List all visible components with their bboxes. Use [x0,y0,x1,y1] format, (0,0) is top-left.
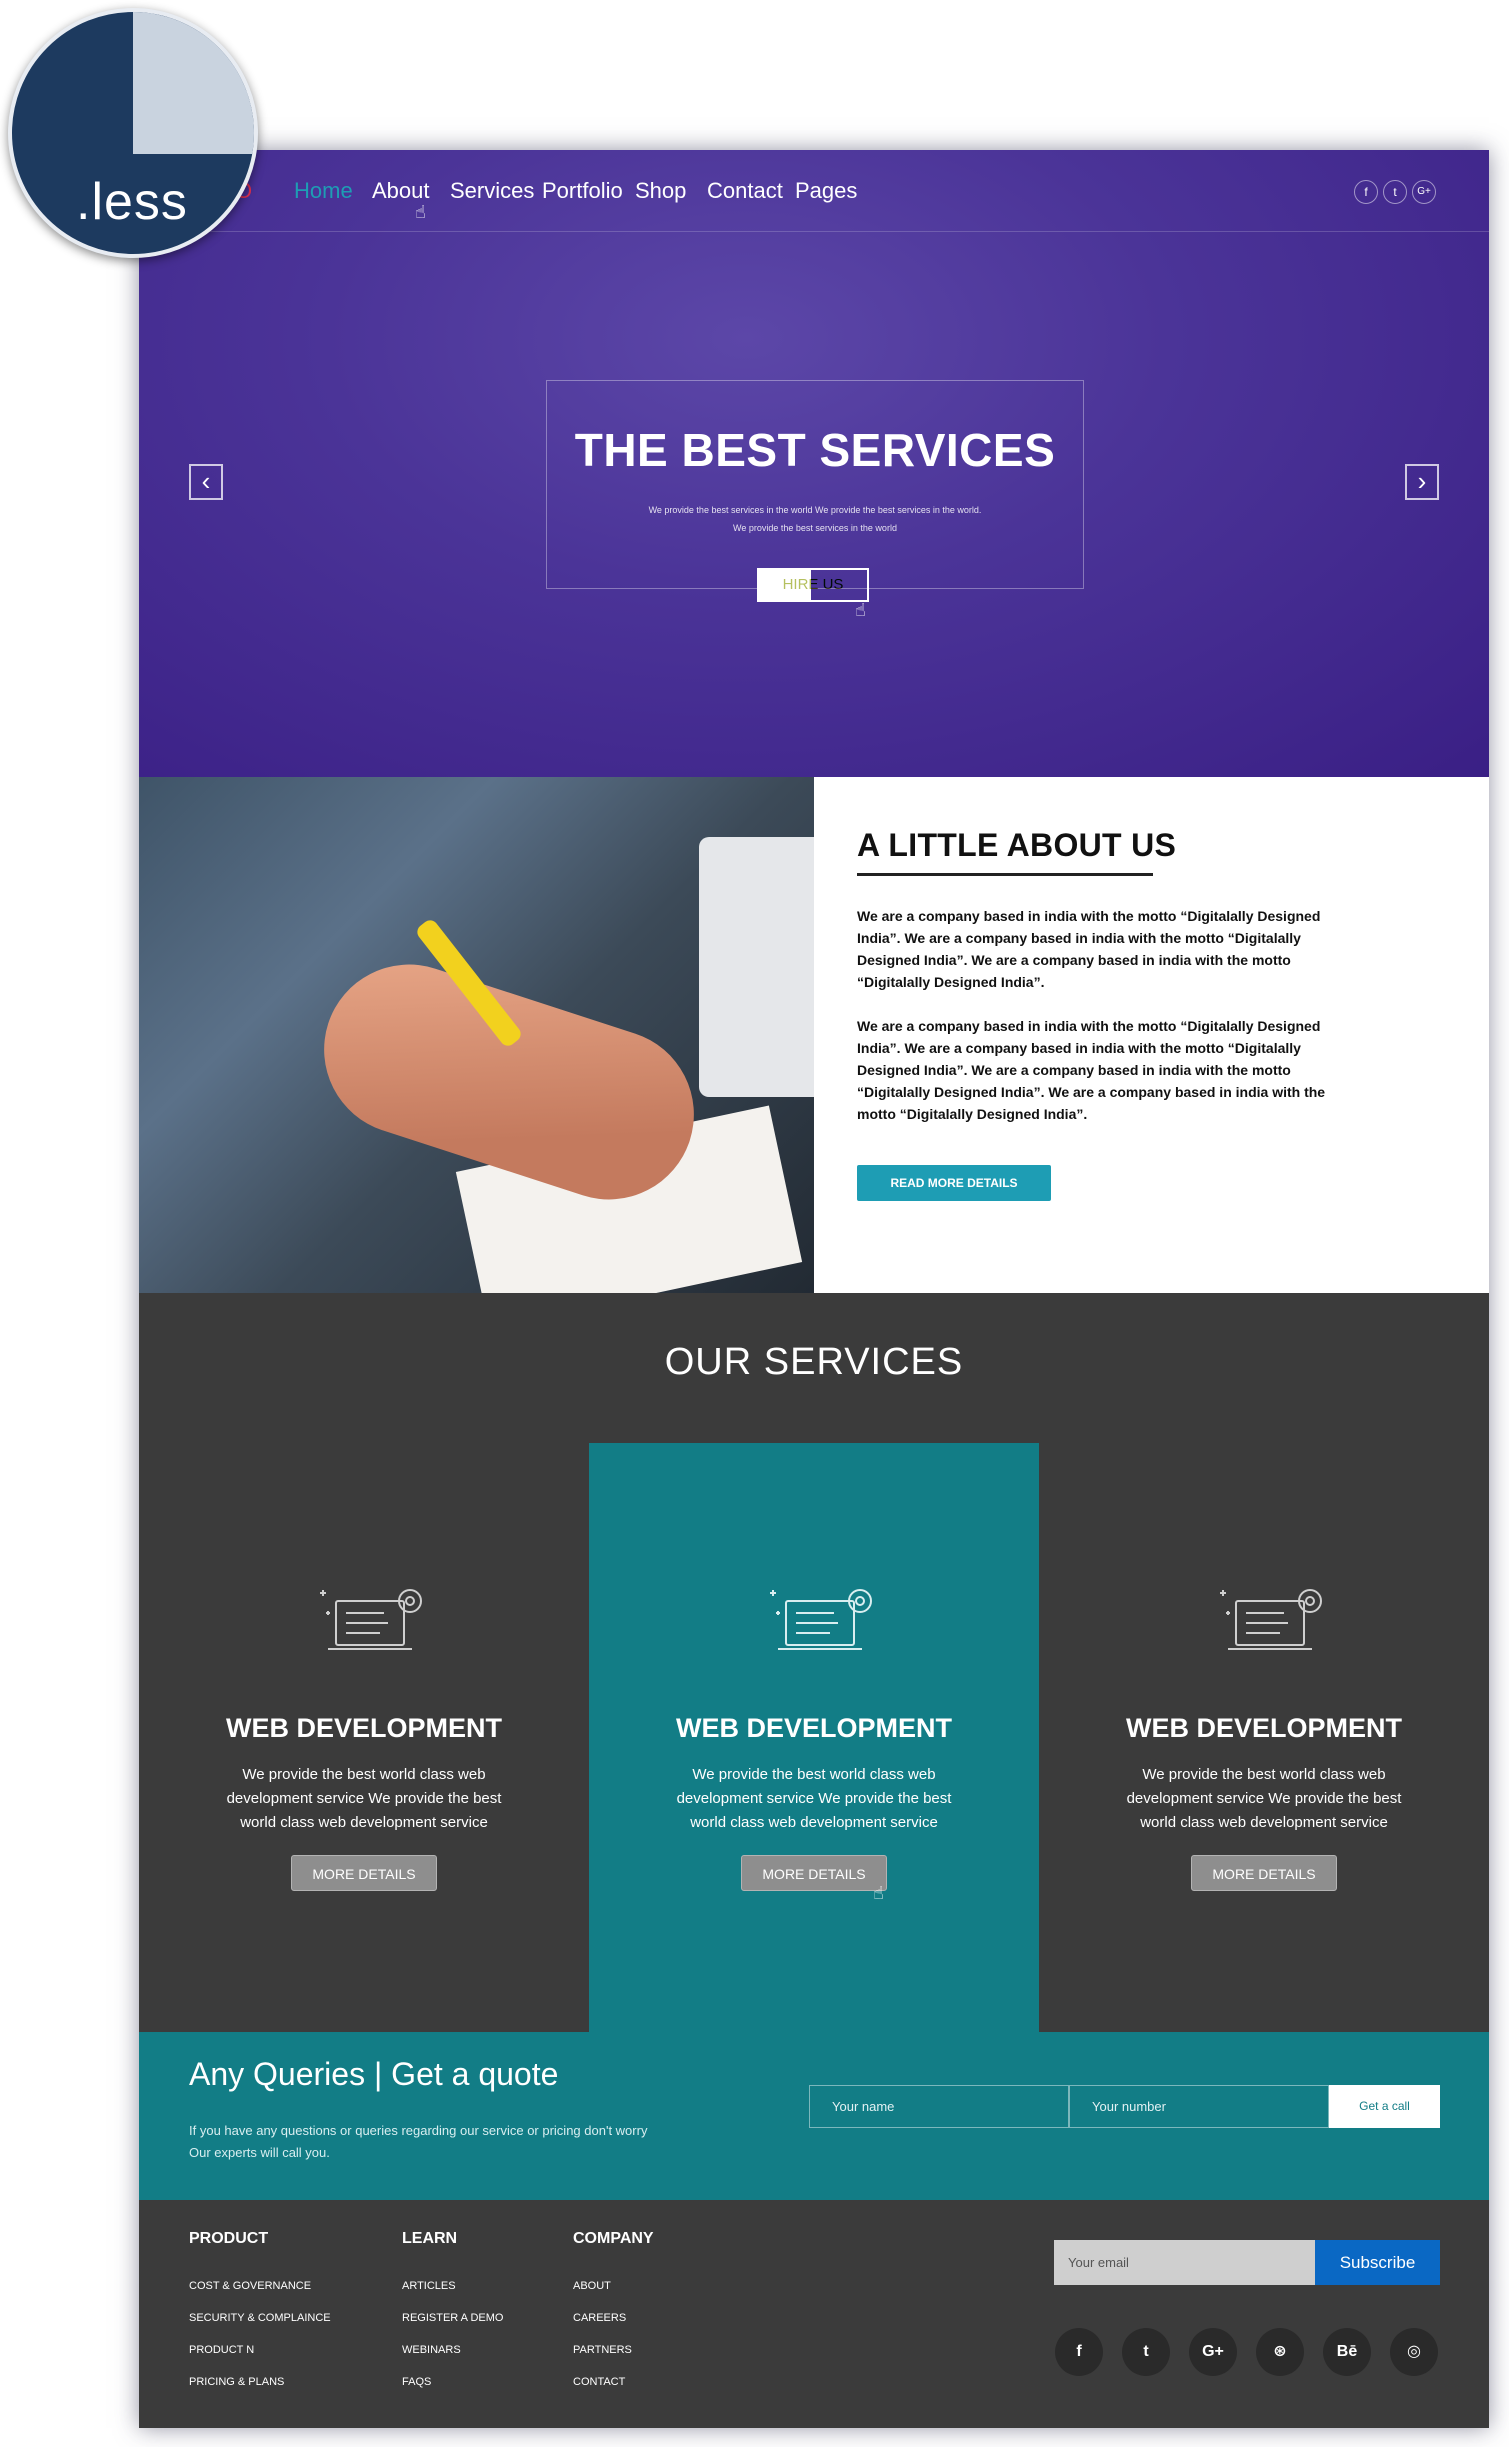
hero-subtitle-line: We provide the best services in the worl… [733,523,897,533]
footer: PRODUCT COST & GOVERNANCE SECURITY & COM… [139,2200,1489,2428]
subscribe-button[interactable]: Subscribe [1315,2240,1440,2285]
title-underline [857,873,1153,876]
footer-heading-learn: LEARN [402,2230,458,2247]
about-section: A LITTLE ABOUT US We are a company based… [814,777,1489,1293]
service-title: WEB DEVELOPMENT [225,1713,502,1743]
badge-text: .less [76,173,188,231]
slider-next-button[interactable]: › [1405,464,1439,500]
hire-us-label: HIRE US [782,576,844,593]
twitter-icon[interactable]: t [1122,2328,1170,2376]
laptop-gear-icon [320,1589,422,1650]
nav-pages[interactable]: Pages [795,178,857,204]
footer-link[interactable]: REGISTER A DEMO [402,2312,503,2324]
footer-link[interactable]: FAQS [402,2376,431,2388]
nav-home[interactable]: Home [294,178,353,204]
laptop-gear-icon [770,1589,872,1650]
footer-link[interactable]: ABOUT [573,2280,611,2292]
read-more-button[interactable]: READ MORE DETAILS [857,1165,1051,1201]
services-title: OUR SERVICES [664,1341,964,1383]
quote-section: Any Queries | Get a quote If you have an… [139,2032,1489,2200]
about-title: A LITTLE ABOUT US [857,827,1177,863]
footer-heading-company: COMPANY [573,2230,654,2247]
instagram-icon[interactable]: ◎ [1390,2328,1438,2376]
service-desc: We provide the best world class web deve… [1126,1766,1402,1831]
nav-about[interactable]: About [372,178,430,204]
quote-title: Any Queries | Get a quote [189,2056,559,2092]
footer-link[interactable]: ARTICLES [402,2280,456,2292]
more-details-button[interactable]: MORE DETAILS [741,1855,887,1891]
service-desc: We provide the best world class web deve… [226,1766,502,1831]
hero-title: THE BEST SERVICES [574,424,1056,476]
service-desc: We provide the best world class web deve… [676,1766,952,1831]
footer-link[interactable]: CONTACT [573,2376,625,2388]
website-page: O Home About Services Portfolio Shop Con… [139,150,1489,2428]
hire-us-button[interactable]: HIRE US [757,568,869,602]
about-photo [139,777,814,1293]
pointer-cursor-icon: ☝ [415,202,426,222]
hero-subtitle-line: We provide the best services in the worl… [648,505,982,515]
footer-link[interactable]: PRICING & PLANS [189,2376,284,2388]
hero-section: O Home About Services Portfolio Shop Con… [139,150,1489,777]
dribbble-icon[interactable]: ⊛ [1256,2328,1304,2376]
more-details-button[interactable]: MORE DETAILS [1191,1855,1337,1891]
service-card: WEB DEVELOPMENT We provide the best worl… [1039,1443,1489,2032]
service-title: WEB DEVELOPMENT [675,1713,952,1743]
footer-link[interactable]: CAREERS [573,2312,626,2324]
nav-portfolio[interactable]: Portfolio [542,178,623,204]
nav-shop[interactable]: Shop [635,178,686,204]
about-paragraph: We are a company based in india with the… [857,1018,1326,1122]
behance-icon[interactable]: Bē [1323,2328,1371,2376]
number-input[interactable] [1069,2085,1329,2128]
slider-prev-button[interactable]: ‹ [189,464,223,500]
newsletter-email-input[interactable] [1054,2240,1315,2285]
facebook-icon[interactable]: f [1055,2328,1103,2376]
pointer-cursor-icon: ☝ [873,1883,884,1903]
more-details-button[interactable]: MORE DETAILS [291,1855,437,1891]
twitter-icon[interactable]: t [1383,180,1407,204]
about-paragraph: We are a company based in india with the… [857,908,1321,990]
facebook-icon[interactable]: f [1354,180,1378,204]
service-title: WEB DEVELOPMENT [1125,1713,1402,1743]
footer-link[interactable]: SECURITY & COMPLAINCE [189,2312,331,2324]
services-section: OUR SERVICES WEB DEVELOPMENT We provide … [139,1293,1489,2032]
footer-link[interactable]: WEBINARS [402,2344,461,2356]
pointer-cursor-icon: ☝ [855,600,866,620]
footer-link[interactable]: COST & GOVERNANCE [189,2280,311,2292]
badge-quadrant [133,12,254,154]
google-plus-icon[interactable]: G+ [1412,180,1436,204]
top-nav: O Home About Services Portfolio Shop Con… [139,150,1489,232]
get-a-call-button[interactable]: Get a call [1329,2085,1440,2128]
hero-subtitle: We provide the best services in the worl… [547,501,1083,537]
laptop-gear-icon [1220,1589,1322,1650]
quote-subtitle: If you have any questions or queries reg… [189,2123,648,2160]
less-badge: .less [8,8,258,258]
laptop-shape [699,837,814,1097]
nav-contact[interactable]: Contact [707,178,783,204]
service-card: WEB DEVELOPMENT We provide the best worl… [139,1443,589,2032]
nav-services[interactable]: Services [450,178,534,204]
service-card: WEB DEVELOPMENT We provide the best worl… [589,1443,1039,2032]
footer-link[interactable]: PARTNERS [573,2344,632,2356]
footer-link[interactable]: PRODUCT N [189,2344,254,2356]
footer-heading-product: PRODUCT [189,2230,269,2247]
name-input[interactable] [809,2085,1069,2128]
google-plus-icon[interactable]: G+ [1189,2328,1237,2376]
hero-caption-box: THE BEST SERVICES We provide the best se… [546,380,1084,589]
